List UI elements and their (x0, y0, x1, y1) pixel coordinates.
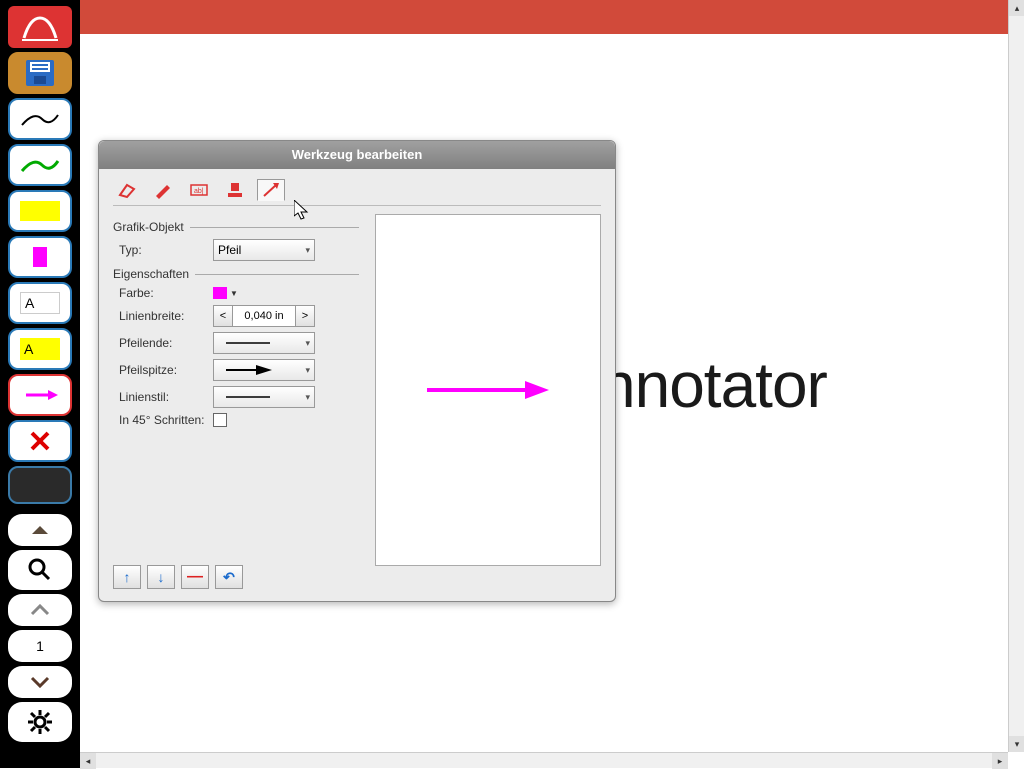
arrow-down-icon: ↓ (158, 569, 165, 585)
yellow-chip (20, 201, 60, 221)
tool-text-yellow[interactable]: A (8, 328, 72, 370)
scroll-right-arrow[interactable]: ▸ (992, 753, 1008, 769)
chevron-down-icon: ▾ (305, 245, 310, 256)
tool-highlight-yellow[interactable] (8, 190, 72, 232)
color-picker-button[interactable]: ▼ (213, 287, 359, 299)
section-graphic-object: Grafik-Objekt (113, 220, 359, 234)
undo-button[interactable]: ↶ (215, 565, 243, 589)
label-arrow-tip: Pfeilspitze: (113, 363, 213, 377)
chevron-down-icon: ▾ (305, 392, 310, 403)
tab-arrow[interactable] (257, 179, 285, 201)
dialog-title[interactable]: Werkzeug bearbeiten (99, 141, 615, 169)
tab-textbox[interactable]: ab| (185, 179, 213, 201)
zoom-button[interactable] (8, 550, 72, 590)
arrow-tip-dropdown[interactable]: ▾ (213, 359, 315, 381)
color-swatch (213, 287, 227, 299)
tool-text-white[interactable]: A (8, 282, 72, 324)
tool-type-tabs: ab| (113, 179, 601, 206)
vertical-scrollbar[interactable]: ▴ ▾ (1008, 0, 1024, 752)
dialog-action-row: ↑ ↓ — ↶ (113, 565, 243, 589)
next-page-button[interactable] (8, 666, 72, 698)
tool-curve-black[interactable] (8, 98, 72, 140)
tool-arrow-magenta[interactable] (8, 374, 72, 416)
magenta-chip (33, 247, 47, 267)
preview-arrow (423, 378, 553, 402)
tool-delete-x[interactable] (8, 420, 72, 462)
chevron-down-icon: ▾ (305, 338, 310, 349)
svg-text:ab|: ab| (194, 188, 204, 195)
arrow-up-icon: ↑ (124, 569, 131, 585)
background-app-name: nnotator (600, 348, 827, 422)
tool-curve-green[interactable] (8, 144, 72, 186)
properties-panel: Grafik-Objekt Typ: Pfeil ▾ Eigenschaften… (113, 214, 359, 432)
label-type: Typ: (113, 243, 213, 257)
tab-pencil[interactable] (149, 179, 177, 201)
move-down-button[interactable]: ↓ (147, 565, 175, 589)
tab-eraser[interactable] (113, 179, 141, 201)
minus-icon: — (187, 568, 203, 586)
line-width-decrease[interactable]: < (213, 305, 233, 327)
tool-highlight-magenta[interactable] (8, 236, 72, 278)
label-line-width: Linienbreite: (113, 309, 213, 323)
tab-stamp[interactable] (221, 179, 249, 201)
move-up-button[interactable]: ↑ (113, 565, 141, 589)
save-button[interactable] (8, 52, 72, 94)
tool-preview-panel (375, 214, 601, 566)
scroll-down-arrow[interactable]: ▾ (1009, 736, 1024, 752)
label-color: Farbe: (113, 286, 213, 300)
snap-45-checkbox[interactable] (213, 413, 227, 427)
app-logo-button[interactable] (8, 6, 72, 48)
label-snap-45: In 45° Schritten: (113, 413, 213, 427)
page-number-display[interactable]: 1 (8, 630, 72, 662)
label-arrow-end: Pfeilende: (113, 336, 213, 350)
line-width-input[interactable] (233, 305, 295, 327)
type-value: Pfeil (218, 243, 241, 257)
arrow-end-dropdown[interactable]: ▾ (213, 332, 315, 354)
type-dropdown[interactable]: Pfeil ▾ (213, 239, 315, 261)
line-style-dropdown[interactable]: ▾ (213, 386, 315, 408)
scroll-up-arrow[interactable]: ▴ (1009, 0, 1024, 16)
label-line-style: Linienstil: (113, 390, 213, 404)
chevron-down-icon: ▾ (305, 365, 310, 376)
line-width-increase[interactable]: > (295, 305, 315, 327)
tool-empty-slot[interactable] (8, 466, 72, 504)
dropdown-triangle-icon: ▼ (230, 289, 238, 298)
section-properties: Eigenschaften (113, 267, 359, 281)
horizontal-scrollbar[interactable]: ◂ ▸ (80, 752, 1008, 768)
remove-button[interactable]: — (181, 565, 209, 589)
scroll-up-button[interactable] (8, 514, 72, 546)
prev-page-button[interactable] (8, 594, 72, 626)
line-width-spinner: < > (213, 305, 359, 327)
settings-button[interactable] (8, 702, 72, 742)
title-bar (80, 0, 1008, 34)
undo-icon: ↶ (223, 569, 235, 586)
sidebar: A A 1 (0, 0, 80, 768)
scroll-left-arrow[interactable]: ◂ (80, 753, 96, 769)
edit-tool-dialog: Werkzeug bearbeiten ab| Grafik-Objekt Ty… (98, 140, 616, 602)
